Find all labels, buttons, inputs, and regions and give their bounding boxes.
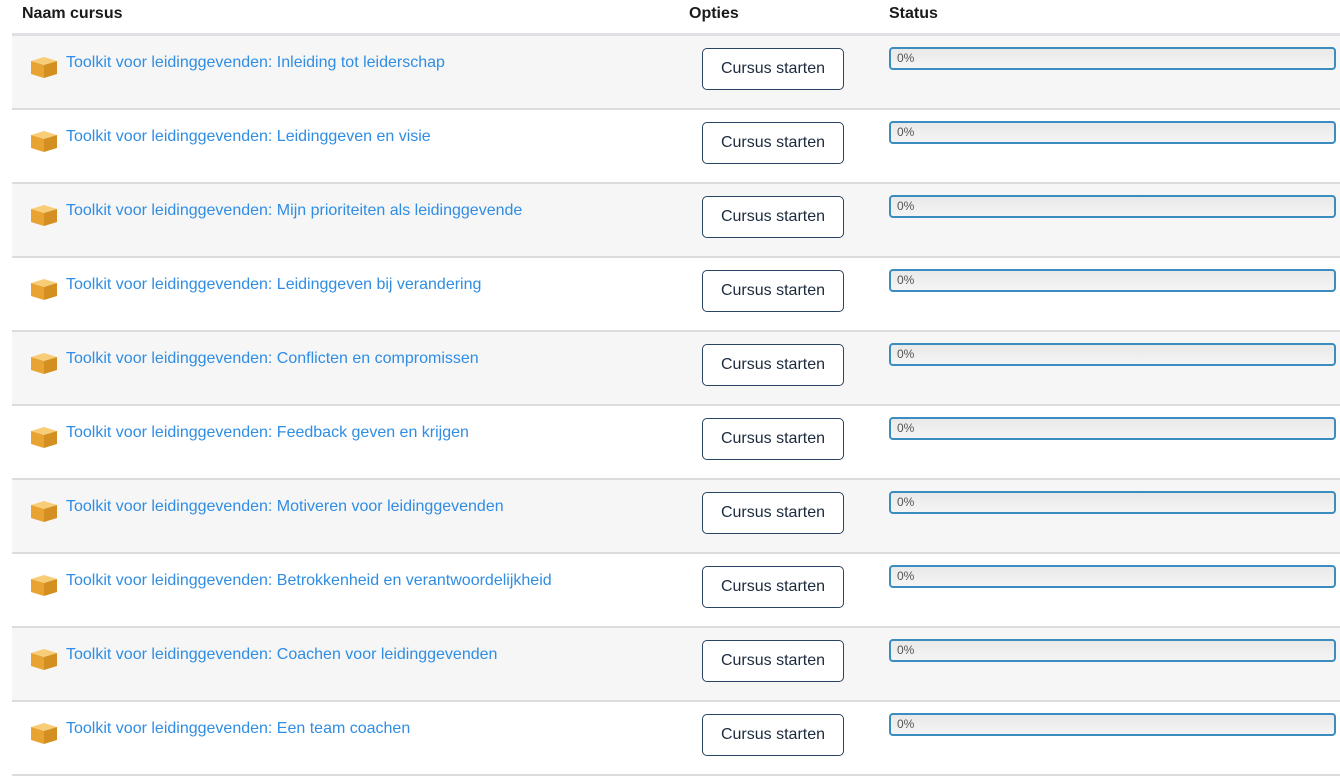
table-row: Toolkit voor leidinggevenden: Motiveren … <box>12 480 1340 554</box>
start-course-button[interactable]: Cursus starten <box>702 270 844 312</box>
progress-label: 0% <box>897 273 915 287</box>
table-row: Toolkit voor leidinggevenden: Mijn prior… <box>12 184 1340 258</box>
course-title-link[interactable]: Toolkit voor leidinggevenden: Leidinggev… <box>66 276 481 294</box>
table-row: Toolkit voor leidinggevenden: Leidinggev… <box>12 258 1340 332</box>
column-header-name: Naam cursus <box>22 5 123 22</box>
progress-bar: 0% <box>889 565 1336 588</box>
course-package-icon <box>29 129 59 153</box>
progress-label: 0% <box>897 51 915 65</box>
course-package-icon <box>29 425 59 449</box>
progress-label: 0% <box>897 421 915 435</box>
progress-bar: 0% <box>889 713 1336 736</box>
course-title-link[interactable]: Toolkit voor leidinggevenden: Leidinggev… <box>66 128 431 146</box>
progress-bar: 0% <box>889 121 1336 144</box>
course-title-link[interactable]: Toolkit voor leidinggevenden: Coachen vo… <box>66 646 497 664</box>
start-course-button[interactable]: Cursus starten <box>702 344 844 386</box>
course-package-icon <box>29 647 59 671</box>
start-course-button[interactable]: Cursus starten <box>702 122 844 164</box>
course-package-icon <box>29 351 59 375</box>
progress-bar: 0% <box>889 639 1336 662</box>
progress-label: 0% <box>897 643 915 657</box>
start-course-button[interactable]: Cursus starten <box>702 492 844 534</box>
column-header-options: Opties <box>689 5 739 22</box>
course-title-link[interactable]: Toolkit voor leidinggevenden: Mijn prior… <box>66 202 522 220</box>
column-header-status: Status <box>889 5 938 22</box>
course-package-icon <box>29 55 59 79</box>
start-course-button[interactable]: Cursus starten <box>702 640 844 682</box>
progress-bar: 0% <box>889 47 1336 70</box>
course-package-icon <box>29 499 59 523</box>
course-title-link[interactable]: Toolkit voor leidinggevenden: Conflicten… <box>66 350 479 368</box>
start-course-button[interactable]: Cursus starten <box>702 196 844 238</box>
table-row: Toolkit voor leidinggevenden: Inleiding … <box>12 36 1340 110</box>
course-package-icon <box>29 721 59 745</box>
progress-bar: 0% <box>889 343 1336 366</box>
progress-bar: 0% <box>889 491 1336 514</box>
table-row: Toolkit voor leidinggevenden: Coachen vo… <box>12 628 1340 702</box>
progress-bar: 0% <box>889 417 1336 440</box>
progress-label: 0% <box>897 347 915 361</box>
progress-bar: 0% <box>889 269 1336 292</box>
course-package-icon <box>29 573 59 597</box>
course-package-icon <box>29 277 59 301</box>
course-title-link[interactable]: Toolkit voor leidinggevenden: Een team c… <box>66 720 410 738</box>
table-row: Toolkit voor leidinggevenden: Leidinggev… <box>12 110 1340 184</box>
course-list: Toolkit voor leidinggevenden: Inleiding … <box>12 36 1340 776</box>
start-course-button[interactable]: Cursus starten <box>702 418 844 460</box>
progress-label: 0% <box>897 125 915 139</box>
start-course-button[interactable]: Cursus starten <box>702 48 844 90</box>
course-title-link[interactable]: Toolkit voor leidinggevenden: Betrokkenh… <box>66 572 552 590</box>
table-row: Toolkit voor leidinggevenden: Conflicten… <box>12 332 1340 406</box>
table-row: Toolkit voor leidinggevenden: Betrokkenh… <box>12 554 1340 628</box>
progress-label: 0% <box>897 717 915 731</box>
table-row: Toolkit voor leidinggevenden: Feedback g… <box>12 406 1340 480</box>
progress-label: 0% <box>897 199 915 213</box>
progress-bar: 0% <box>889 195 1336 218</box>
start-course-button[interactable]: Cursus starten <box>702 566 844 608</box>
table-row: Toolkit voor leidinggevenden: Een team c… <box>12 702 1340 776</box>
course-title-link[interactable]: Toolkit voor leidinggevenden: Inleiding … <box>66 54 445 72</box>
progress-label: 0% <box>897 495 915 509</box>
start-course-button[interactable]: Cursus starten <box>702 714 844 756</box>
table-header: Naam cursus Opties Status <box>12 0 1340 36</box>
course-title-link[interactable]: Toolkit voor leidinggevenden: Feedback g… <box>66 424 469 442</box>
course-title-link[interactable]: Toolkit voor leidinggevenden: Motiveren … <box>66 498 504 516</box>
course-package-icon <box>29 203 59 227</box>
progress-label: 0% <box>897 569 915 583</box>
